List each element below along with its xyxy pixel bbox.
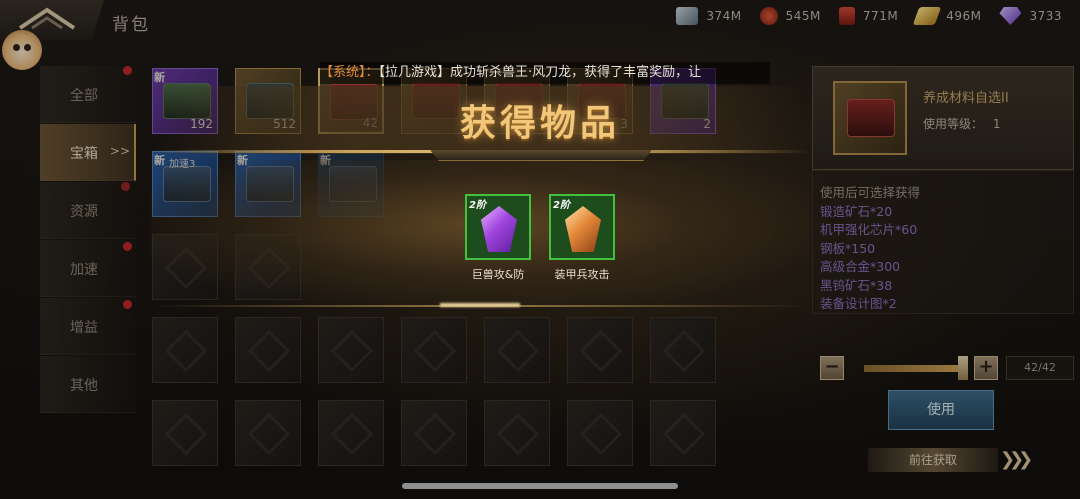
tier-badge: 2阶 bbox=[553, 200, 570, 211]
purple-crystal-icon bbox=[481, 206, 517, 252]
home-indicator[interactable] bbox=[402, 483, 678, 489]
reward-divider bbox=[150, 305, 810, 307]
reward-item-label: 巨兽攻&防 bbox=[471, 268, 525, 281]
system-separator: ： bbox=[365, 65, 379, 80]
tier-badge: 2阶 bbox=[469, 200, 486, 211]
reward-title: 获得物品 bbox=[459, 103, 620, 144]
system-text: 【拉几游戏】成功斩杀兽王·风刀龙，获得了丰富奖励，让 bbox=[378, 65, 702, 80]
system-broadcast: 【系统】：【拉几游戏】成功斩杀兽王·风刀龙，获得了丰富奖励，让 bbox=[320, 62, 770, 84]
orange-crystal-icon bbox=[565, 206, 601, 252]
reward-item-label: 装甲兵攻击 bbox=[554, 268, 610, 281]
system-tag: 【系统】 bbox=[320, 65, 366, 80]
reward-item[interactable]: 2阶 bbox=[549, 194, 615, 260]
reward-item[interactable]: 2阶 bbox=[465, 194, 531, 260]
